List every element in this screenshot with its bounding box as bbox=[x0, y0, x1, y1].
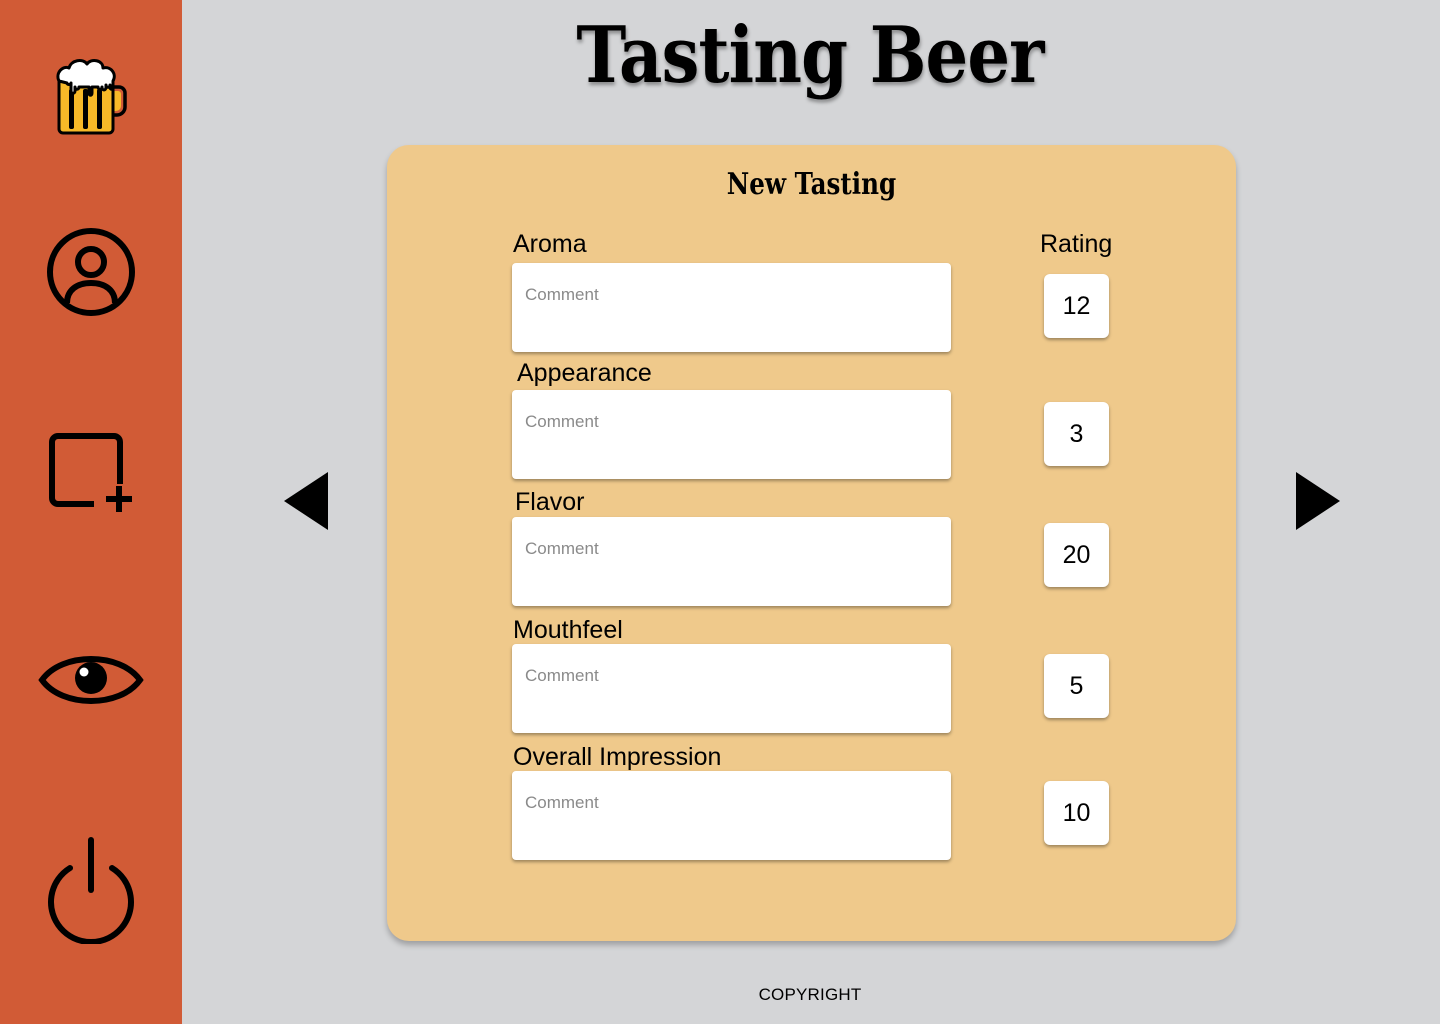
aroma-comment-input[interactable]: Comment bbox=[512, 263, 951, 352]
mouthfeel-comment-placeholder: Comment bbox=[525, 666, 599, 685]
appearance-rating-input[interactable]: 3 bbox=[1044, 402, 1109, 466]
flavor-rating-input[interactable]: 20 bbox=[1044, 523, 1109, 587]
power-icon bbox=[48, 837, 134, 944]
arrow-left-icon[interactable] bbox=[282, 470, 330, 532]
overall-impression-label: Overall Impression bbox=[513, 743, 722, 771]
sidebar-item-new-tasting[interactable] bbox=[0, 425, 182, 517]
aroma-comment-placeholder: Comment bbox=[525, 285, 599, 304]
flavor-comment-input[interactable]: Comment bbox=[512, 517, 951, 606]
add-square-icon bbox=[49, 433, 132, 512]
mouthfeel-label: Mouthfeel bbox=[513, 616, 623, 644]
flavor-label: Flavor bbox=[515, 488, 585, 516]
appearance-comment-input[interactable]: Comment bbox=[512, 390, 951, 479]
mouthfeel-rating-input[interactable]: 5 bbox=[1044, 654, 1109, 718]
mouthfeel-comment-input[interactable]: Comment bbox=[512, 644, 951, 733]
sidebar-item-view[interactable] bbox=[0, 640, 182, 720]
overall-impression-comment-placeholder: Comment bbox=[525, 793, 599, 812]
sidebar-item-home[interactable] bbox=[0, 50, 182, 140]
overall-impression-comment-input[interactable]: Comment bbox=[512, 771, 951, 860]
user-profile-icon bbox=[47, 228, 135, 316]
aroma-label: Aroma bbox=[513, 230, 587, 258]
appearance-label: Appearance bbox=[517, 359, 652, 387]
page-title: Tasting Beer bbox=[576, 10, 1044, 101]
flavor-comment-placeholder: Comment bbox=[525, 539, 599, 558]
appearance-comment-placeholder: Comment bbox=[525, 412, 599, 431]
copyright-footer: COPYRIGHT bbox=[758, 985, 862, 1004]
sidebar-item-profile[interactable] bbox=[0, 224, 182, 320]
eye-icon bbox=[38, 656, 144, 704]
overall-impression-rating-input[interactable]: 10 bbox=[1044, 781, 1109, 845]
sidebar-item-logout[interactable] bbox=[0, 832, 182, 946]
aroma-rating-input[interactable]: 12 bbox=[1044, 274, 1109, 338]
arrow-right-icon[interactable] bbox=[1294, 470, 1342, 532]
sidebar bbox=[0, 0, 182, 1024]
rating-header: Rating bbox=[1040, 230, 1113, 258]
beer-mug-icon bbox=[56, 59, 127, 135]
form-title: New Tasting bbox=[726, 167, 897, 202]
